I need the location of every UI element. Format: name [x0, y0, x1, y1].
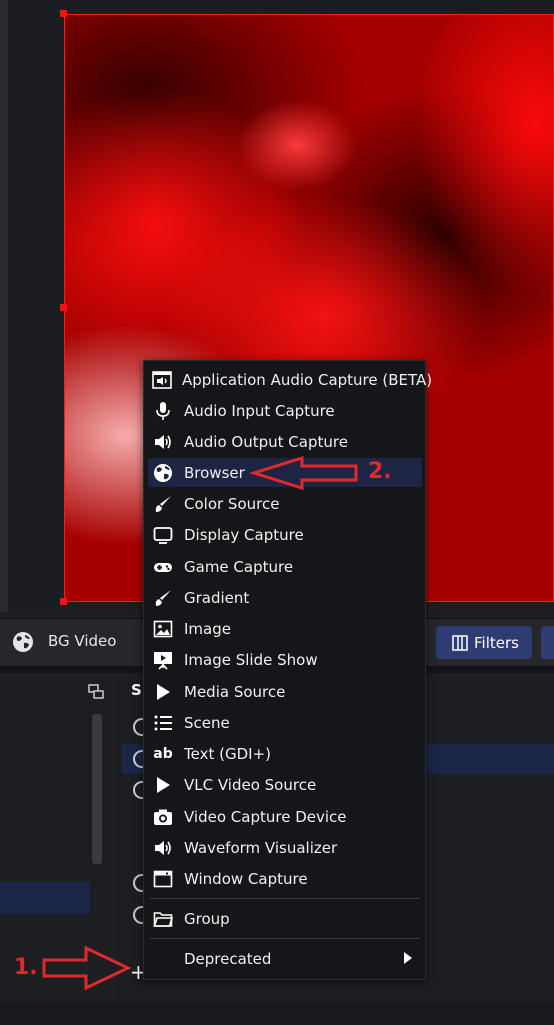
- properties-button-partial[interactable]: [541, 626, 554, 659]
- slideshow-icon: [152, 649, 174, 671]
- camera-icon: [152, 806, 174, 828]
- microphone-icon: [152, 400, 174, 422]
- speaker-icon: [152, 837, 174, 859]
- add-source-menu: Application Audio Capture (BETA) Audio I…: [143, 360, 432, 980]
- menu-item-image[interactable]: Image: [148, 614, 422, 643]
- menu-item-vlc-video-source[interactable]: VLC Video Source: [148, 770, 422, 799]
- menu-item-window-capture[interactable]: Window Capture: [148, 864, 422, 893]
- filters-button[interactable]: Filters: [436, 626, 532, 659]
- preview-edge: [0, 0, 8, 612]
- menu-item-label: Game Capture: [184, 557, 294, 576]
- menu-item-image-slide-show[interactable]: Image Slide Show: [148, 645, 422, 674]
- menu-item-label: Display Capture: [184, 525, 304, 544]
- menu-item-video-capture-device[interactable]: Video Capture Device: [148, 802, 422, 831]
- menu-separator: [150, 938, 420, 939]
- menu-item-deprecated[interactable]: Deprecated: [148, 944, 422, 973]
- menu-item-label: Window Capture: [184, 869, 308, 888]
- filters-icon: [452, 634, 468, 651]
- resize-handle-bottom-left[interactable]: [60, 598, 67, 605]
- menu-item-label: Text (GDI+): [184, 744, 271, 763]
- menu-item-label: Application Audio Capture (BETA): [182, 370, 433, 389]
- menu-item-label: Media Source: [184, 682, 286, 701]
- menu-item-gradient[interactable]: Gradient: [148, 583, 422, 612]
- resize-handle-middle-left[interactable]: [60, 304, 67, 311]
- play-icon: [152, 774, 174, 796]
- gamepad-icon: [152, 556, 174, 578]
- annotation-arrow-2-icon: [250, 456, 358, 490]
- sources-dock-title: S: [131, 681, 142, 699]
- app-audio-icon: [152, 369, 172, 391]
- menu-item-label: Audio Input Capture: [184, 401, 335, 420]
- menu-item-application-audio-capture[interactable]: Application Audio Capture (BETA): [148, 365, 432, 394]
- menu-item-scene[interactable]: Scene: [148, 708, 422, 737]
- menu-item-game-capture[interactable]: Game Capture: [148, 552, 422, 581]
- brush-icon: [152, 587, 174, 609]
- brush-icon: [152, 493, 174, 515]
- text-icon: ab: [153, 745, 173, 762]
- annotation-step-2: 2.: [368, 459, 392, 484]
- selected-source-name: BG Video: [48, 632, 117, 650]
- undock-icon[interactable]: [88, 684, 104, 700]
- scene-row-selected[interactable]: [0, 882, 90, 914]
- menu-spacer: [152, 948, 174, 970]
- menu-item-media-source[interactable]: Media Source: [148, 677, 422, 706]
- list-icon: [152, 712, 174, 734]
- annotation-arrow-1-icon: [42, 945, 132, 991]
- menu-item-display-capture[interactable]: Display Capture: [148, 520, 422, 549]
- menu-item-label: VLC Video Source: [184, 775, 317, 794]
- image-icon: [152, 618, 174, 640]
- submenu-arrow-icon: [404, 952, 412, 964]
- menu-item-audio-input-capture[interactable]: Audio Input Capture: [148, 396, 422, 425]
- menu-separator: [150, 898, 420, 899]
- menu-item-text-gdi[interactable]: ab Text (GDI+): [148, 739, 422, 768]
- scenes-scrollbar[interactable]: [92, 714, 102, 864]
- menu-item-label: Gradient: [184, 588, 250, 607]
- menu-item-color-source[interactable]: Color Source: [148, 489, 422, 518]
- filters-label: Filters: [474, 633, 519, 652]
- menu-item-label: Color Source: [184, 494, 280, 513]
- menu-item-label: Deprecated: [184, 949, 272, 968]
- globe-icon: [152, 462, 174, 484]
- menu-item-audio-output-capture[interactable]: Audio Output Capture: [148, 427, 422, 456]
- menu-item-label: Image Slide Show: [184, 650, 318, 669]
- menu-item-label: Waveform Visualizer: [184, 838, 338, 857]
- window-icon: [152, 868, 174, 890]
- globe-icon: [13, 632, 33, 652]
- menu-item-label: Scene: [184, 713, 230, 732]
- monitor-icon: [152, 524, 174, 546]
- menu-item-label: Group: [184, 909, 230, 928]
- play-icon: [152, 681, 174, 703]
- annotation-step-1: 1.: [14, 955, 38, 980]
- menu-item-group[interactable]: Group: [148, 904, 422, 933]
- status-bar: [0, 1003, 554, 1025]
- menu-item-label: Audio Output Capture: [184, 432, 348, 451]
- menu-item-label: Video Capture Device: [184, 807, 347, 826]
- menu-item-waveform-visualizer[interactable]: Waveform Visualizer: [148, 833, 422, 862]
- speaker-icon: [152, 431, 174, 453]
- menu-item-label: Browser: [184, 463, 245, 482]
- resize-handle-top-left[interactable]: [60, 10, 67, 17]
- folder-icon: [152, 908, 174, 930]
- menu-item-label: Image: [184, 619, 231, 638]
